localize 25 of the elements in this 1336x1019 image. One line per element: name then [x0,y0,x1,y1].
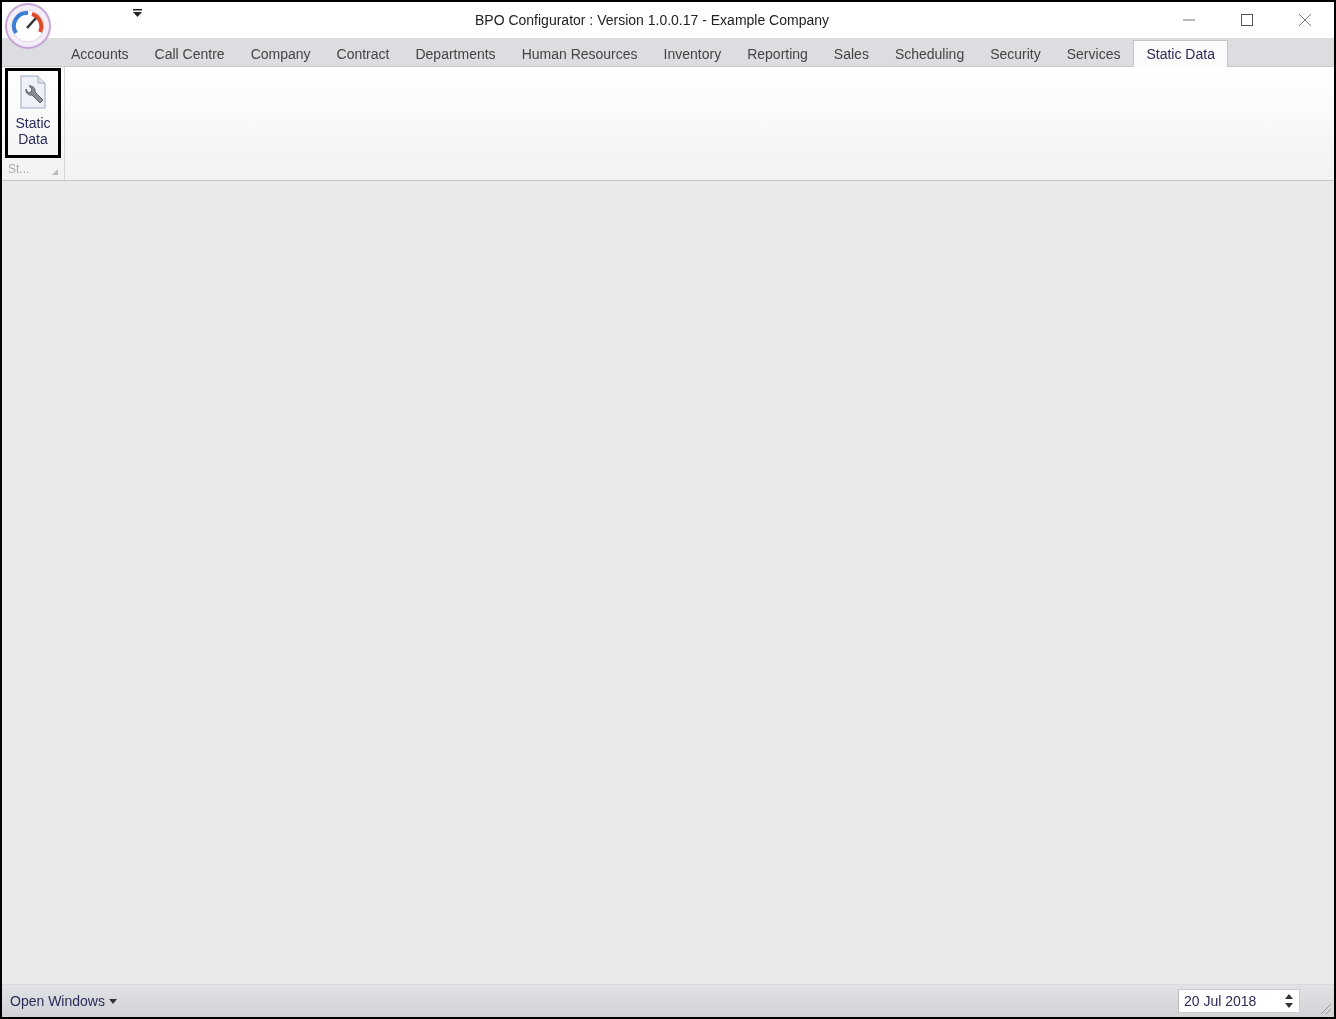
maximize-icon [1241,14,1253,26]
ribbon-tab[interactable]: Inventory [650,40,735,66]
open-windows-menu[interactable]: Open Windows [2,993,117,1009]
date-field[interactable]: 20 Jul 2018 [1178,989,1300,1013]
resize-grip-icon[interactable] [1319,1002,1331,1014]
ribbon-tab[interactable]: Reporting [734,40,821,66]
ribbon-tab[interactable]: Departments [402,40,509,66]
window-title: BPO Configurator : Version 1.0.0.17 - Example Company [474,12,830,28]
ribbon-tab[interactable]: Human Resources [508,40,651,66]
ribbon-tab[interactable]: Call Centre [141,40,238,66]
spin-arrows-icon[interactable] [1285,993,1293,1009]
close-icon [1299,14,1311,26]
ribbon-tab[interactable]: Accounts [58,40,142,66]
caret-icon [108,998,117,1004]
ribbon-tab[interactable]: Sales [820,40,882,66]
ribbon-button[interactable]: Static Data [5,68,61,158]
ribbon-tab[interactable]: Static Data [1133,40,1228,67]
quick-access-dropdown-icon[interactable] [131,7,144,19]
ribbon-tab[interactable]: Scheduling [881,40,978,66]
ribbon-tab[interactable]: Security [977,40,1054,66]
ribbon-group-caption: St... [8,162,30,176]
ribbon-tab[interactable]: Contract [323,40,403,66]
ribbon-tab[interactable]: Company [237,40,324,66]
ribbon-tab[interactable]: Services [1053,40,1134,66]
document-wrench-icon [18,75,48,109]
